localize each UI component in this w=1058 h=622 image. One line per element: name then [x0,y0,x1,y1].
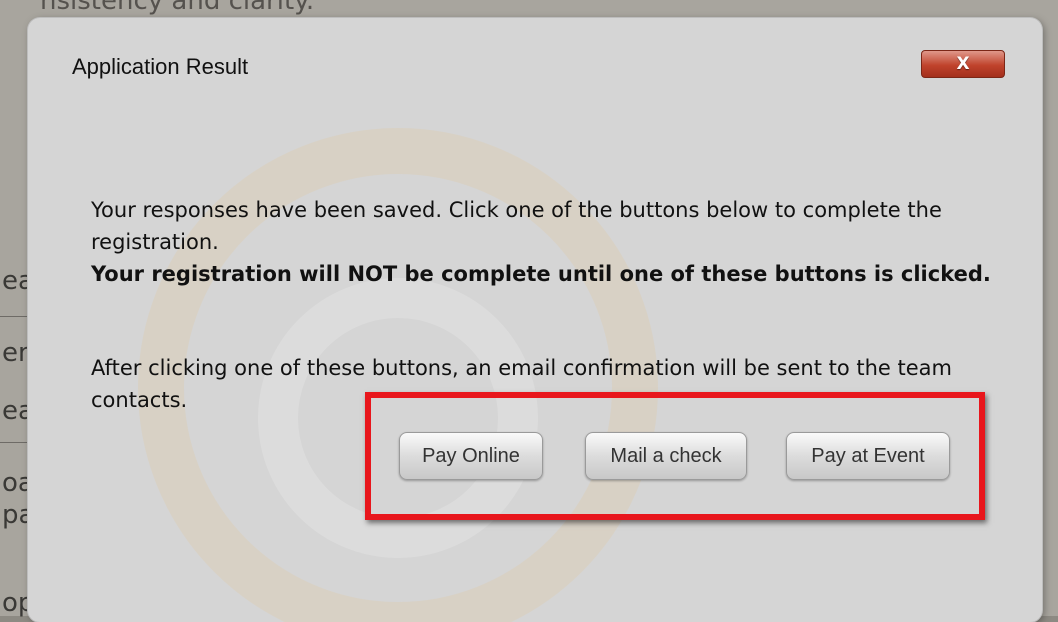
close-icon: X [956,54,970,74]
background-top-text: nsistency and clarity. [40,0,315,16]
pay-at-event-button[interactable]: Pay at Event [786,432,950,480]
application-result-dialog: Application Result X Your responses have… [28,18,1042,622]
saved-message: Your responses have been saved. Click on… [91,198,942,254]
warning-message: Your registration will NOT be complete u… [91,262,991,286]
pay-online-button[interactable]: Pay Online [399,432,543,480]
mail-check-button[interactable]: Mail a check [585,432,747,480]
dialog-title: Application Result [72,54,249,79]
close-button[interactable]: X [921,50,1005,78]
